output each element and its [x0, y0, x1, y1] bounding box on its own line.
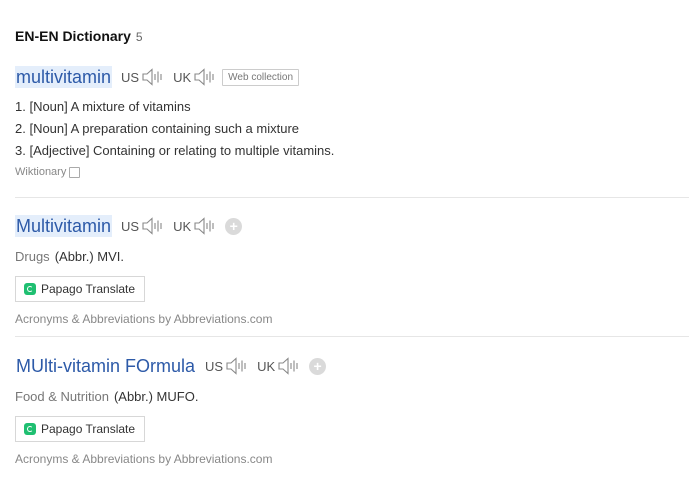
entry-divider: [15, 197, 689, 198]
category-row: Food & Nutrition (Abbr.) MUFO.: [15, 389, 689, 404]
entry-multivitamin-abbr: Multivitamin US UK + Drugs (Abbr.) MVI.: [15, 214, 689, 326]
web-collection-badge: Web collection: [222, 68, 300, 86]
pronunciation-uk-label: UK: [173, 69, 192, 85]
entry-multi-vitamin-formula: MUlti-vitamin FOrmula US UK + Food & Nut…: [15, 354, 689, 466]
headword-row: MUlti-vitamin FOrmula US UK +: [15, 354, 689, 378]
definition-list: 1. [Noun] A mixture of vitamins 2. [Noun…: [15, 96, 689, 162]
pronunciation-uk-label: UK: [257, 358, 276, 374]
headword-link[interactable]: MUlti-vitamin FOrmula: [15, 355, 196, 377]
plus-icon[interactable]: +: [225, 217, 243, 235]
dictionary-header: EN-EN Dictionary 5: [15, 28, 143, 44]
headword-link[interactable]: multivitamin: [15, 66, 113, 88]
headword-row: multivitamin US UK Web collection: [15, 65, 689, 89]
definition-item: 2. [Noun] A preparation containing such …: [15, 121, 300, 136]
abbreviation-text: (Abbr.) MUFO.: [113, 389, 199, 404]
category-label: Drugs: [15, 249, 50, 264]
speaker-icon[interactable]: [225, 357, 248, 375]
pronunciation-us-label: US: [205, 358, 224, 374]
speaker-icon[interactable]: [141, 68, 164, 86]
definition-item: 3. [Adjective] Containing or relating to…: [15, 143, 335, 158]
result-count: 5: [135, 30, 143, 44]
category-label: Food & Nutrition: [15, 389, 109, 404]
attribution: Acronyms & Abbreviations by Abbreviation…: [15, 452, 273, 466]
papago-icon: [24, 423, 36, 435]
speaker-icon[interactable]: [193, 217, 216, 235]
headword-row: Multivitamin US UK +: [15, 214, 689, 238]
abbreviation-text: (Abbr.) MVI.: [54, 249, 125, 264]
papago-translate-button[interactable]: Papago Translate: [15, 416, 146, 442]
headword-link[interactable]: Multivitamin: [15, 215, 113, 237]
entry-divider: [15, 336, 689, 337]
attribution: Acronyms & Abbreviations by Abbreviation…: [15, 312, 273, 326]
dictionary-title: EN-EN Dictionary: [15, 28, 131, 44]
pronunciation-uk-label: UK: [173, 218, 192, 234]
papago-translate-button[interactable]: Papago Translate: [15, 276, 146, 302]
plus-icon[interactable]: +: [309, 357, 327, 375]
pronunciation-us-label: US: [121, 218, 140, 234]
speaker-icon[interactable]: [193, 68, 216, 86]
source-label: Wiktionary: [15, 166, 67, 178]
papago-translate-label: Papago Translate: [41, 422, 136, 436]
pronunciation-us[interactable]: US: [121, 68, 164, 86]
pronunciation-us-label: US: [121, 69, 140, 85]
pronunciation-uk[interactable]: UK: [173, 217, 216, 235]
pronunciation-uk[interactable]: UK: [173, 68, 216, 86]
definition-item: 1. [Noun] A mixture of vitamins: [15, 99, 191, 114]
source-row: Wiktionary: [15, 166, 689, 178]
entry-multivitamin: multivitamin US UK Web collection 1. [No…: [15, 65, 689, 178]
speaker-icon[interactable]: [277, 357, 300, 375]
speaker-icon[interactable]: [141, 217, 164, 235]
papago-translate-label: Papago Translate: [41, 282, 136, 296]
pronunciation-us[interactable]: US: [205, 357, 248, 375]
pronunciation-uk[interactable]: UK: [257, 357, 300, 375]
category-row: Drugs (Abbr.) MVI.: [15, 249, 689, 264]
copy-icon[interactable]: [69, 166, 81, 178]
papago-icon: [24, 283, 36, 295]
pronunciation-us[interactable]: US: [121, 217, 164, 235]
